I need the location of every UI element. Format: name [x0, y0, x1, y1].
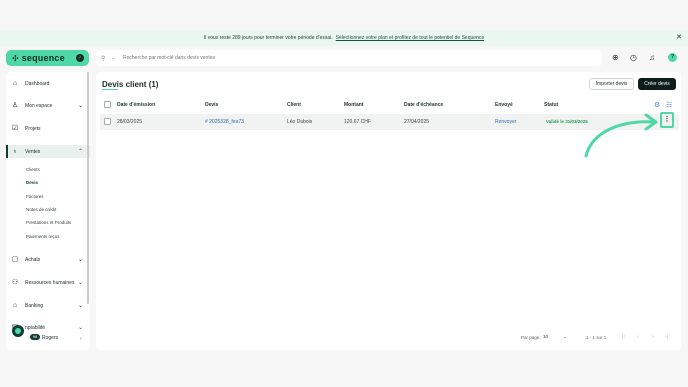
bell-icon[interactable]: ♫ [649, 53, 655, 62]
chevron-right-icon[interactable]: › [80, 336, 82, 342]
user-space-icon: ♙ [11, 101, 19, 109]
per-page-value: 10 [543, 334, 549, 339]
sidebar-item-banking[interactable]: ⌂ Banking ⌄ [6, 299, 90, 312]
trial-cta-link[interactable]: Sélectionnez votre plan et profitez de t… [336, 35, 484, 41]
search-bar[interactable]: ⚲ ⌄ [96, 50, 602, 66]
sidebar-item-rh[interactable]: ⚇ Ressources humaines ⌄ [6, 276, 90, 289]
search-icon: ⚲ [101, 55, 106, 62]
close-icon[interactable]: ✕ [676, 33, 682, 41]
next-page-icon[interactable]: › [652, 334, 654, 340]
sidebar-item-label: Ventes [25, 148, 41, 155]
clock-icon[interactable]: ◷ [630, 53, 637, 62]
chevron-down-icon: ⌄ [563, 334, 567, 339]
notification-badge: 98 [30, 334, 40, 340]
page-range: 1 - 1 sur 1 [586, 335, 607, 340]
sidebar-item-projets[interactable]: ☑ Projets [6, 122, 90, 135]
people-icon: ⚇ [11, 278, 19, 286]
sidebar-scrollbar[interactable] [87, 72, 89, 304]
col-statut[interactable]: Statut [544, 102, 558, 108]
sidebar-sub-clients[interactable]: Clients [26, 167, 40, 172]
sidebar-item-label: Projets [25, 125, 41, 132]
sidebar-item-ventes[interactable]: ♁ Ventes ⌃ [6, 145, 90, 158]
purchase-icon: ▢ [11, 255, 19, 263]
sidebar-item-label: Dashboard [25, 80, 50, 87]
home-icon: ⌂ [12, 79, 18, 87]
col-devis[interactable]: Devis [205, 102, 218, 108]
sidebar-item-achats[interactable]: ▢ Achats ⌄ [6, 253, 90, 266]
sidebar-item-label: Achats [25, 256, 41, 263]
col-envoye[interactable]: Envoyé [495, 102, 513, 108]
col-date-emission[interactable]: Date d'émission [117, 102, 155, 108]
chevron-down-icon: ⌄ [77, 325, 83, 331]
create-devis-button[interactable]: Créer devis [638, 78, 676, 90]
per-page-label: Par page: [521, 335, 541, 340]
chevron-down-icon: ⌄ [77, 280, 83, 286]
col-date-echeance[interactable]: Date d'échéance [404, 102, 443, 108]
title-underline [102, 89, 118, 90]
prev-page-icon[interactable]: ‹ [637, 334, 639, 340]
help-icon[interactable]: ? [668, 53, 677, 62]
row-checkbox[interactable] [104, 118, 111, 125]
sidebar: ⌂ Dashboard ♙ Mon espace ⌄ ☑ Projets ♁ V… [6, 72, 90, 350]
pointer-arrow [584, 113, 658, 158]
cell-montant: 120.67 CHF [344, 119, 371, 125]
sidebar-sub-devis[interactable]: Devis [26, 180, 38, 185]
first-page-icon[interactable]: |‹ [622, 334, 625, 340]
sidebar-item-label: Banking [25, 302, 44, 309]
sidebar-sub-notes-credit[interactable]: Notes de crédit [26, 207, 56, 212]
row-menu-kebab-icon[interactable]: ⋮ [660, 112, 674, 128]
chevron-down-icon: ⌄ [77, 257, 83, 263]
resend-link[interactable]: Renvoyer [495, 119, 516, 125]
brand-name: sequence [21, 53, 65, 63]
brand-status-icon: ✓ [76, 54, 84, 62]
per-page-select[interactable]: 10 ⌄ [543, 334, 570, 341]
col-client[interactable]: Client [287, 102, 301, 108]
add-icon[interactable]: ⊕ [612, 53, 619, 62]
chevron-down-icon: ⌄ [77, 303, 83, 309]
settings-gear-icon[interactable]: ⚙ [654, 101, 660, 109]
last-page-icon[interactable]: ›| [665, 334, 668, 340]
sidebar-item-dashboard[interactable]: ⌂ Dashboard [6, 77, 90, 90]
sequence-logo-icon: ✣ [12, 53, 19, 63]
search-input[interactable] [123, 55, 423, 61]
columns-config-icon[interactable]: ☷ [666, 101, 672, 109]
search-scope-chevron-icon[interactable]: ⌄ [111, 55, 115, 61]
sidebar-sub-prestations[interactable]: Prestations et Produits [26, 220, 71, 225]
sidebar-item-mon-espace[interactable]: ♙ Mon espace ⌄ [6, 99, 90, 112]
brand-logo[interactable]: ✣ sequence ✓ [6, 50, 89, 66]
bank-icon: ⌂ [12, 301, 18, 309]
sidebar-sub-paiements[interactable]: Paiements reçus [26, 234, 60, 239]
import-devis-button[interactable]: Importer devis [589, 78, 634, 90]
sidebar-item-label: Mon espace [25, 102, 53, 109]
cell-date-emission: 28/03/2025 [117, 119, 143, 125]
page-title: Devis client (1) [102, 80, 159, 89]
chevron-up-icon: ⌃ [77, 149, 83, 155]
checkbox-icon: ☑ [11, 124, 19, 132]
avatar[interactable] [12, 325, 24, 337]
cell-date-echeance: 27/04/2025 [404, 119, 430, 125]
sales-bag-icon: ♁ [12, 147, 18, 155]
trial-banner: Il vous reste 289 jours pour terminer vo… [0, 30, 688, 46]
chevron-down-icon: ⌄ [77, 103, 83, 109]
sidebar-item-label: nptabilité [25, 324, 46, 331]
select-all-checkbox[interactable] [104, 101, 111, 108]
cell-client: Léo Dubois [287, 119, 313, 125]
sidebar-sub-factures[interactable]: Factures [26, 194, 44, 199]
trial-message: Il vous reste 289 jours pour terminer vo… [203, 35, 333, 41]
user-name[interactable]: Rogers [42, 335, 58, 341]
cell-devis-link[interactable]: # 2025328_fea73 [205, 119, 244, 125]
sidebar-item-label: Ressources humaines [25, 279, 75, 286]
col-montant[interactable]: Montant [344, 102, 363, 108]
